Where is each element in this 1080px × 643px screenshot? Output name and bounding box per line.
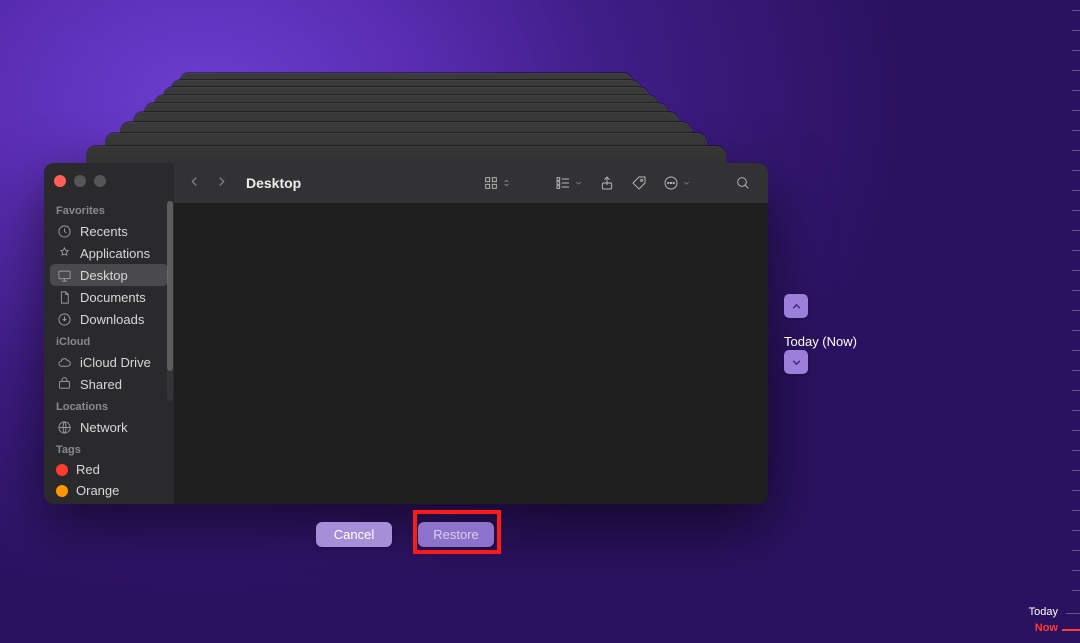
sidebar-item-downloads[interactable]: Downloads <box>50 308 168 330</box>
share-button[interactable] <box>596 172 618 194</box>
finder-main: Desktop <box>174 163 768 504</box>
cancel-button[interactable]: Cancel <box>316 522 392 547</box>
sidebar-item-label: iCloud Drive <box>80 355 151 370</box>
sidebar-item-label: Orange <box>76 483 119 498</box>
sidebar: Favorites Recents Applications Desktop D… <box>44 163 174 504</box>
tag-button[interactable] <box>628 172 650 194</box>
toolbar: Desktop <box>174 163 768 203</box>
sidebar-item-applications[interactable]: Applications <box>50 242 168 264</box>
downloads-icon <box>56 311 72 327</box>
shared-icon <box>56 376 72 392</box>
desktop-icon <box>56 267 72 283</box>
sidebar-item-icloud-drive[interactable]: iCloud Drive <box>50 351 168 373</box>
cloud-icon <box>56 354 72 370</box>
sidebar-section-favorites: Favorites <box>50 199 168 220</box>
window-title: Desktop <box>246 175 301 191</box>
tag-color-icon <box>56 464 68 476</box>
zoom-window-button[interactable] <box>94 175 106 187</box>
sidebar-item-desktop[interactable]: Desktop <box>50 264 168 286</box>
finder-window: Favorites Recents Applications Desktop D… <box>44 163 768 504</box>
restore-button[interactable]: Restore <box>418 522 494 547</box>
view-mode-button[interactable] <box>480 172 514 194</box>
sidebar-scrollbar-thumb[interactable] <box>167 201 173 371</box>
tag-color-icon <box>56 485 68 497</box>
search-button[interactable] <box>732 172 754 194</box>
sidebar-item-recents[interactable]: Recents <box>50 220 168 242</box>
more-button[interactable] <box>660 172 694 194</box>
button-label: Cancel <box>334 527 374 542</box>
close-window-button[interactable] <box>54 175 66 187</box>
sidebar-item-label: Red <box>76 462 100 477</box>
network-icon <box>56 419 72 435</box>
back-button[interactable] <box>188 175 201 191</box>
timeline-ruler-now-label: Now <box>1035 622 1058 634</box>
sidebar-tag-red[interactable]: Red <box>50 459 168 480</box>
sidebar-section-tags: Tags <box>50 438 168 459</box>
file-browser-content[interactable] <box>174 203 768 504</box>
window-controls <box>50 173 168 199</box>
forward-button[interactable] <box>215 175 228 191</box>
sidebar-item-label: Documents <box>80 290 146 305</box>
timeline-now-marker <box>1062 629 1080 631</box>
applications-icon <box>56 245 72 261</box>
button-label: Restore <box>433 527 479 542</box>
sidebar-item-label: Recents <box>80 224 128 239</box>
sidebar-item-label: Downloads <box>80 312 144 327</box>
timeline-next-button[interactable] <box>784 350 808 374</box>
sidebar-item-label: Desktop <box>80 268 128 283</box>
sidebar-item-shared[interactable]: Shared <box>50 373 168 395</box>
document-icon <box>56 289 72 305</box>
timeline-previous-button[interactable] <box>784 294 808 318</box>
timeline-ruler-today-label: Today <box>1029 606 1058 618</box>
timeline-current-label: Today (Now) <box>784 334 857 349</box>
minimize-window-button[interactable] <box>74 175 86 187</box>
sidebar-item-documents[interactable]: Documents <box>50 286 168 308</box>
timeline-ruler[interactable]: Today Now <box>1062 0 1080 643</box>
sidebar-item-label: Shared <box>80 377 122 392</box>
group-button[interactable] <box>552 172 586 194</box>
sidebar-item-label: Network <box>80 420 128 435</box>
sidebar-item-network[interactable]: Network <box>50 416 168 438</box>
sidebar-section-locations: Locations <box>50 395 168 416</box>
clock-icon <box>56 223 72 239</box>
sidebar-item-label: Applications <box>80 246 150 261</box>
sidebar-tag-orange[interactable]: Orange <box>50 480 168 501</box>
sidebar-section-icloud: iCloud <box>50 330 168 351</box>
